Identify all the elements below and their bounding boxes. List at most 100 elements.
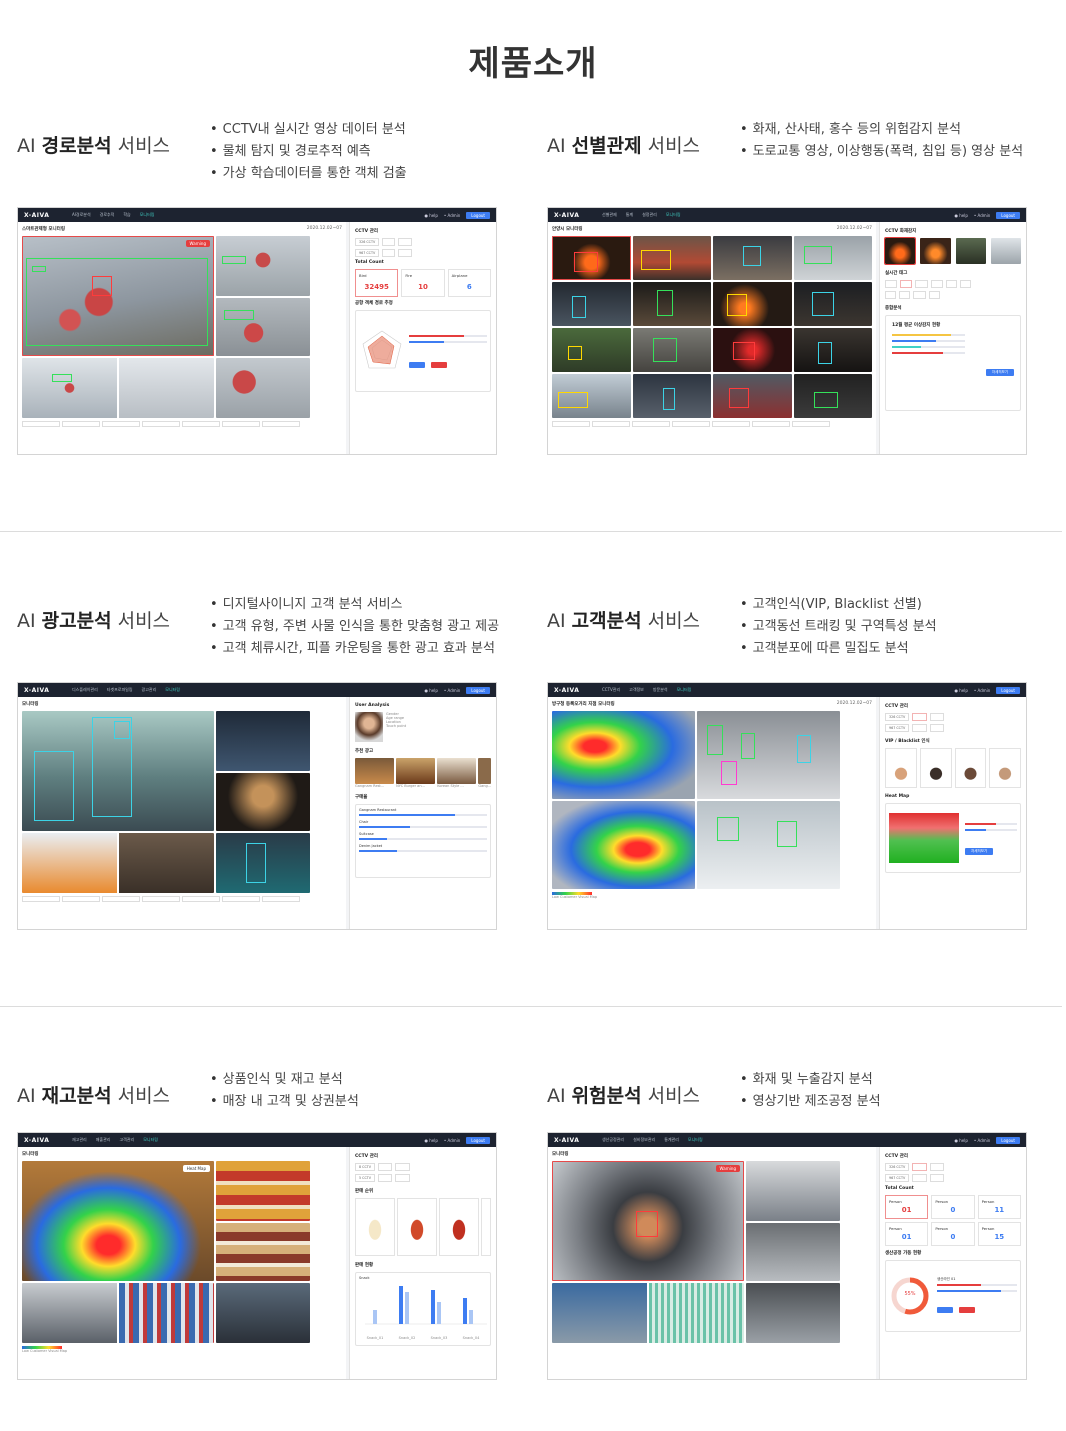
- camera-feed[interactable]: [793, 374, 872, 418]
- camera-feed[interactable]: [216, 358, 310, 418]
- count-card[interactable]: Fire 10: [401, 269, 445, 297]
- ad-card[interactable]: Korean Style ...: [437, 758, 477, 788]
- tag-chip[interactable]: [928, 291, 940, 299]
- camera-tab[interactable]: [142, 896, 180, 902]
- vip-card[interactable]: [919, 748, 952, 788]
- vip-card[interactable]: [885, 748, 917, 788]
- camera-tab[interactable]: [262, 896, 300, 902]
- camera-feed[interactable]: [216, 236, 310, 296]
- tag-chip[interactable]: [915, 280, 928, 288]
- camera-tab[interactable]: [792, 421, 830, 427]
- count-card[interactable]: Person 0: [931, 1195, 975, 1219]
- camera-feed[interactable]: [216, 1283, 310, 1343]
- count-card[interactable]: Person 0: [931, 1222, 975, 1246]
- camera-chip[interactable]: [912, 724, 927, 732]
- count-card[interactable]: Person 11: [977, 1195, 1021, 1219]
- help-link[interactable]: ● help: [424, 213, 437, 218]
- camera-tab[interactable]: [592, 421, 630, 427]
- logout-button[interactable]: Logout: [996, 211, 1020, 219]
- nav-item[interactable]: 고객정보: [629, 687, 644, 693]
- camera-tab[interactable]: [102, 896, 140, 902]
- camera-feed[interactable]: [216, 298, 310, 356]
- camera-feed[interactable]: Warning: [552, 1161, 744, 1281]
- nav-item[interactable]: 매출관리: [96, 1137, 111, 1143]
- camera-tab[interactable]: [62, 896, 100, 902]
- nav-item[interactable]: 학습: [123, 212, 130, 218]
- camera-feed[interactable]: [632, 374, 711, 418]
- nav-item[interactable]: 선별관제: [602, 212, 617, 218]
- tag-chip[interactable]: [885, 280, 898, 288]
- nav-item[interactable]: 방문분석: [653, 687, 668, 693]
- tag-chip[interactable]: [899, 291, 911, 299]
- camera-feed[interactable]: [22, 358, 214, 418]
- camera-tab[interactable]: [712, 421, 750, 427]
- nav-item[interactable]: 재고관리: [72, 1137, 87, 1143]
- product-card[interactable]: [439, 1198, 480, 1256]
- camera-feed[interactable]: [697, 711, 840, 799]
- camera-chip[interactable]: [378, 1163, 393, 1171]
- camera-tab[interactable]: [222, 896, 260, 902]
- tag-chip[interactable]: [945, 280, 957, 288]
- logout-button[interactable]: Logout: [466, 1136, 490, 1144]
- ad-card[interactable]: Gang...: [478, 758, 492, 788]
- nav-item[interactable]: 통계: [626, 212, 633, 218]
- admin-link[interactable]: • Admin: [444, 1138, 460, 1143]
- camera-feed[interactable]: [793, 236, 872, 280]
- camera-tab[interactable]: [22, 896, 60, 902]
- camera-feed[interactable]: [22, 833, 214, 893]
- camera-feed[interactable]: [697, 801, 840, 889]
- camera-feed[interactable]: [552, 328, 631, 372]
- tag-chip[interactable]: [930, 280, 943, 288]
- ad-card[interactable]: Gangnam Rest...: [355, 758, 395, 788]
- heatmap-toggle[interactable]: Heat Map: [182, 1165, 210, 1172]
- detail-button[interactable]: 자세히보기: [965, 847, 994, 855]
- nav-item-active[interactable]: 모니터링: [688, 1137, 703, 1143]
- camera-feed[interactable]: [216, 711, 310, 771]
- product-card[interactable]: [481, 1198, 491, 1256]
- camera-feed[interactable]: Warning: [22, 236, 214, 356]
- camera-tab[interactable]: [102, 421, 140, 427]
- count-card[interactable]: Person 01: [885, 1195, 929, 1219]
- tag-chip[interactable]: [959, 280, 972, 288]
- heatmap-feed[interactable]: [552, 801, 695, 889]
- fire-thumbnail[interactable]: [883, 237, 917, 265]
- camera-chip[interactable]: [398, 238, 412, 246]
- admin-link[interactable]: • Admin: [974, 213, 990, 218]
- nav-item[interactable]: CCTV관리: [602, 687, 620, 693]
- tag-chip[interactable]: [913, 291, 926, 299]
- camera-feed[interactable]: [216, 1161, 310, 1221]
- nav-item[interactable]: 설정관리: [642, 212, 657, 218]
- fire-thumbnail[interactable]: [990, 238, 1021, 264]
- nav-item-active[interactable]: 모니터링: [140, 212, 155, 218]
- camera-chip[interactable]: [929, 1163, 944, 1171]
- nav-item[interactable]: 타겟프로파일링: [107, 687, 133, 693]
- count-card[interactable]: Bird 32495: [355, 269, 399, 297]
- logout-button[interactable]: Logout: [466, 686, 490, 694]
- camera-feed[interactable]: [552, 236, 631, 280]
- camera-chip[interactable]: [395, 1174, 410, 1182]
- camera-feed[interactable]: [552, 282, 631, 326]
- logout-button[interactable]: Logout: [466, 211, 490, 219]
- camera-chip[interactable]: [912, 1174, 927, 1182]
- vip-card[interactable]: [989, 748, 1021, 788]
- camera-feed[interactable]: [22, 711, 214, 831]
- help-link[interactable]: ● help: [954, 213, 967, 218]
- admin-link[interactable]: • Admin: [974, 1138, 990, 1143]
- camera-feed[interactable]: [216, 1223, 310, 1281]
- help-link[interactable]: ● help: [424, 688, 437, 693]
- camera-chip[interactable]: [929, 1174, 944, 1182]
- heatmap-feed[interactable]: Heat Map: [22, 1161, 214, 1281]
- camera-feed[interactable]: [552, 374, 631, 418]
- tag-chip[interactable]: [885, 291, 897, 299]
- camera-feed[interactable]: [746, 1161, 840, 1221]
- camera-feed[interactable]: [793, 328, 872, 372]
- camera-feed[interactable]: [713, 282, 792, 326]
- stop-button[interactable]: [958, 1307, 975, 1313]
- camera-chip[interactable]: [378, 1174, 393, 1182]
- count-card[interactable]: Person 01: [885, 1222, 929, 1246]
- product-card[interactable]: [397, 1198, 438, 1256]
- start-button[interactable]: [937, 1307, 954, 1313]
- camera-feed[interactable]: [216, 833, 310, 893]
- camera-feed[interactable]: [713, 328, 792, 372]
- camera-chip-active[interactable]: [912, 713, 927, 721]
